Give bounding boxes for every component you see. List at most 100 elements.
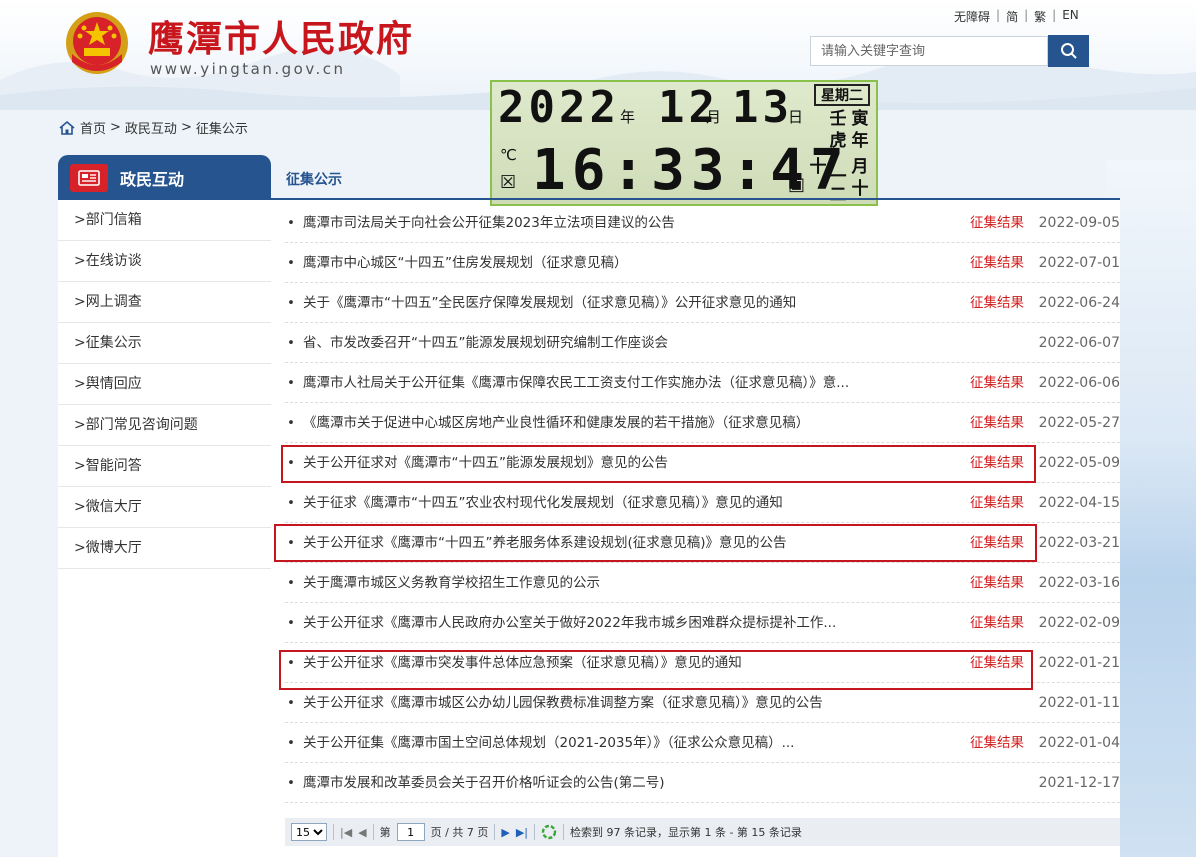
sidebar-menu: >部门信箱 >在线访谈 >网上调查 >征集公示 >舆情回应 >部门常见咨询问题 …: [58, 200, 271, 569]
result-link[interactable]: 征集结果: [970, 603, 1024, 643]
separator: |: [1052, 8, 1057, 22]
sidebar-item-wechat-hall[interactable]: >微信大厅: [58, 487, 271, 528]
last-page-button[interactable]: ▶|: [516, 826, 528, 839]
breadcrumb-home[interactable]: 首页: [80, 118, 106, 137]
home-icon[interactable]: [58, 120, 76, 136]
accessibility-link[interactable]: 无障碍: [954, 8, 990, 25]
result-link[interactable]: 征集结果: [970, 523, 1024, 563]
notice-title-link[interactable]: 鹰潭市发展和改革委员会关于召开价格听证会的公告(第二号): [303, 763, 665, 803]
result-link[interactable]: 征集结果: [970, 363, 1024, 403]
notice-date: 2022-01-11: [1038, 695, 1120, 711]
site-url: www.yingtan.gov.cn: [150, 60, 346, 78]
sidebar-item-faq[interactable]: >部门常见咨询问题: [58, 405, 271, 446]
record-summary: 检索到 97 条记录，显示第 1 条 - 第 15 条记录: [569, 826, 802, 839]
notice-date: 2022-09-05: [1038, 215, 1120, 231]
sidebar-item-dept-mailbox[interactable]: >部门信箱: [58, 200, 271, 241]
list-item: • 关于公开征求《鹰潭市人民政府办公室关于做好2022年我市城乡困难群众提标提补工…: [285, 603, 1120, 643]
notice-title-link[interactable]: 关于公开征求《鹰潭市“十四五”养老服务体系建设规划(征求意见稿)》意见的公告: [303, 523, 787, 563]
lunar-char: 寅: [851, 109, 869, 129]
notice-date: 2022-04-15: [1038, 495, 1120, 511]
english-link[interactable]: EN: [1062, 8, 1079, 25]
sidebar-item-online-survey[interactable]: >网上调查: [58, 282, 271, 323]
breadcrumb-interaction[interactable]: 政民互动: [125, 118, 177, 137]
list-item: • 关于鹰潭市城区义务教育学校招生工作意见的公示 征集结果 2022-03-16: [285, 563, 1120, 603]
simplified-chinese-link[interactable]: 简: [1006, 8, 1018, 25]
refresh-icon[interactable]: [541, 824, 557, 840]
notice-date: 2022-01-04: [1038, 735, 1120, 751]
first-page-button[interactable]: |◀: [340, 826, 352, 839]
traditional-chinese-link[interactable]: 繁: [1034, 8, 1046, 25]
sidebar-item-smart-qa[interactable]: >智能问答: [58, 446, 271, 487]
clock-month-unit: 月: [706, 108, 722, 126]
notice-title-link[interactable]: 关于公开征求《鹰潭市人民政府办公室关于做好2022年我市城乡困难群众提标提补工作…: [303, 603, 836, 643]
bullet: •: [287, 455, 295, 471]
sidebar-item-online-interview[interactable]: >在线访谈: [58, 241, 271, 282]
notice-title-link[interactable]: 《鹰潭市关于促进中心城区房地产业良性循环和健康发展的若干措施》（征求意见稿）: [303, 403, 809, 443]
notice-date: 2022-02-09: [1038, 615, 1120, 631]
notice-title-link[interactable]: 关于征求《鹰潭市“十四五”农业农村现代化发展规划（征求意见稿）》意见的通知: [303, 483, 783, 523]
notice-title-link[interactable]: 鹰潭市中心城区“十四五”住房发展规划（征求意见稿）: [303, 243, 628, 283]
notice-title-link[interactable]: 关于公开征求《鹰潭市突发事件总体应急预案（征求意见稿）》意见的通知: [303, 643, 742, 683]
bullet: •: [287, 215, 295, 231]
notice-date: 2022-01-21: [1038, 655, 1120, 671]
page-size-select[interactable]: 15: [291, 823, 327, 841]
page-number-input[interactable]: [396, 823, 425, 841]
sidebar-item-label: 微博大厅: [85, 540, 142, 556]
list-item: • 鹰潭市中心城区“十四五”住房发展规划（征求意见稿） 征集结果 2022-07-01: [285, 243, 1120, 283]
list-item: • 关于征求《鹰潭市“十四五”农业农村现代化发展规划（征求意见稿）》意见的通知 征集…: [285, 483, 1120, 523]
result-link[interactable]: 征集结果: [970, 403, 1024, 443]
notice-date: 2022-05-27: [1038, 415, 1120, 431]
sidebar-item-label: 舆情回应: [85, 376, 142, 392]
clock-year: 2022: [498, 82, 620, 133]
notice-date: 2022-07-01: [1038, 255, 1120, 271]
result-link[interactable]: 征集结果: [970, 723, 1024, 763]
bullet: •: [287, 255, 295, 271]
notice-title-link[interactable]: 省、市发改委召开“十四五”能源发展规划研究编制工作座谈会: [303, 323, 668, 363]
result-link[interactable]: 征集结果: [970, 283, 1024, 323]
notice-title-link[interactable]: 关于《鹰潭市“十四五”全民医疗保障发展规划（征求意见稿）》公开征求意见的通知: [303, 283, 796, 323]
list-item: • 鹰潭市司法局关于向社会公开征集2023年立法项目建议的公告 征集结果 2022-0…: [285, 203, 1120, 243]
search-button[interactable]: [1048, 35, 1089, 67]
bullet: •: [287, 775, 295, 791]
sidebar-item-weibo-hall[interactable]: >微博大厅: [58, 528, 271, 569]
bullet: •: [287, 495, 295, 511]
list-item: • 鹰潭市人社局关于公开征集《鹰潭市保障农民工工资支付工作实施办法（征求意见稿）》…: [285, 363, 1120, 403]
result-link[interactable]: 征集结果: [970, 443, 1024, 483]
notice-title-link[interactable]: 关于公开征求《鹰潭市城区公办幼儿园保教费标准调整方案（征求意见稿）》意见的公告: [303, 683, 823, 723]
result-link[interactable]: 征集结果: [970, 643, 1024, 683]
result-link[interactable]: 征集结果: [970, 203, 1024, 243]
newspaper-icon: [70, 163, 108, 192]
sidebar-header: 政民互动: [58, 155, 271, 200]
list-item: • 关于公开征集《鹰潭市国土空间总体规划（2021-2035年）》（征求公众意见稿…: [285, 723, 1120, 763]
bullet: •: [287, 575, 295, 591]
prev-page-button[interactable]: ◀: [358, 826, 366, 839]
clock-day-unit: 日: [788, 108, 804, 126]
sidebar-item-label: 在线访谈: [85, 253, 142, 269]
search-input[interactable]: [810, 36, 1048, 66]
result-link[interactable]: 征集结果: [970, 483, 1024, 523]
separator: |: [1024, 8, 1029, 22]
national-emblem-icon: [66, 12, 128, 74]
notice-title-link[interactable]: 关于公开征集《鹰潭市国土空间总体规划（2021-2035年）》（征求公众意见稿）…: [303, 723, 794, 763]
page-total-label: 页 / 共 7 页: [430, 826, 489, 839]
sidebar-item-label: 智能问答: [85, 458, 142, 474]
sidebar-item-solicitation[interactable]: >征集公示: [58, 323, 271, 364]
notice-date: 2021-12-17: [1038, 775, 1120, 791]
next-page-button[interactable]: ▶: [501, 826, 509, 839]
notice-title-link[interactable]: 关于鹰潭市城区义务教育学校招生工作意见的公示: [303, 563, 600, 603]
site-title[interactable]: 鹰潭市人民政府: [148, 10, 414, 62]
separator: [372, 824, 374, 840]
result-link[interactable]: 征集结果: [970, 243, 1024, 283]
lunar-char: 年: [851, 131, 869, 151]
notice-title-link[interactable]: 关于公开征求对《鹰潭市“十四五”能源发展规划》意见的公告: [303, 443, 668, 483]
notice-date: 2022-06-07: [1038, 335, 1120, 351]
sidebar-item-public-opinion[interactable]: >舆情回应: [58, 364, 271, 405]
bullet: •: [287, 335, 295, 351]
notice-list: • 鹰潭市司法局关于向社会公开征集2023年立法项目建议的公告 征集结果 2022-0…: [285, 203, 1120, 803]
separator: |: [996, 8, 1001, 22]
pagination-bar: 15 |◀ ◀ 第 页 / 共 7 页 ▶ ▶| 检索到 97 条记录，显示第 …: [285, 818, 1120, 846]
notice-title-link[interactable]: 鹰潭市司法局关于向社会公开征集2023年立法项目建议的公告: [303, 203, 675, 243]
breadcrumb-separator: >: [180, 120, 192, 135]
result-link[interactable]: 征集结果: [970, 563, 1024, 603]
notice-title-link[interactable]: 鹰潭市人社局关于公开征集《鹰潭市保障农民工工资支付工作实施办法（征求意见稿）》意…: [303, 363, 849, 403]
